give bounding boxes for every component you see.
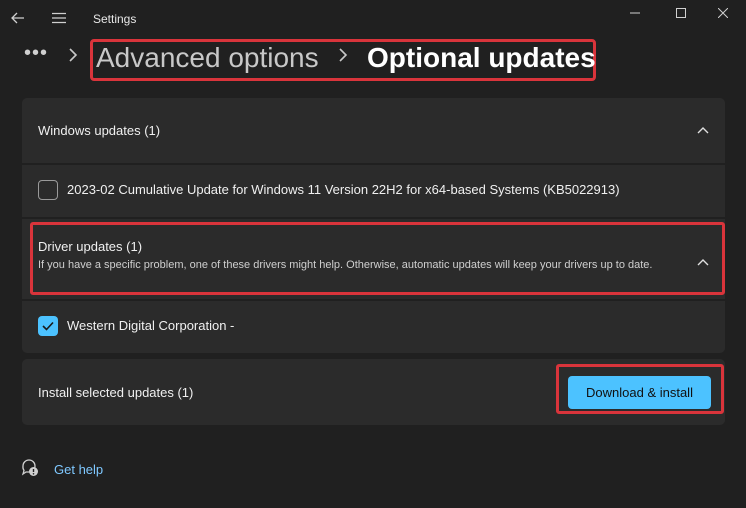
breadcrumb-more-button[interactable]: ••• <box>24 42 48 65</box>
driver-checkbox[interactable] <box>38 316 58 336</box>
breadcrumb: ••• Advanced options Optional updates <box>22 38 702 84</box>
breadcrumb-advanced-options[interactable]: Advanced options <box>96 42 319 74</box>
close-button[interactable] <box>700 0 746 26</box>
help-chat-icon <box>21 459 38 476</box>
minimize-button[interactable] <box>612 0 658 26</box>
get-help-link[interactable]: Get help <box>54 462 103 477</box>
page-title: Optional updates <box>367 42 596 73</box>
install-label: Install selected updates (1) <box>38 385 194 400</box>
back-button[interactable] <box>7 6 29 30</box>
minimize-icon <box>630 12 640 14</box>
chevron-up-icon <box>697 127 709 134</box>
chevron-right-icon <box>69 48 78 62</box>
chevron-up-icon[interactable] <box>697 258 709 266</box>
windows-updates-title: Windows updates (1) <box>38 123 161 138</box>
window-title: Settings <box>93 12 137 26</box>
hamburger-menu-icon <box>52 12 66 24</box>
list-item: Western Digital Corporation - <box>22 301 725 353</box>
driver-updates-title: Driver updates (1) <box>38 239 143 254</box>
back-arrow-icon <box>11 12 24 24</box>
navigation-menu-button[interactable] <box>48 6 70 30</box>
list-item: 2023-02 Cumulative Update for Windows 11… <box>22 165 725 217</box>
windows-updates-header[interactable]: Windows updates (1) <box>22 98 725 163</box>
windows-update-label: 2023-02 Cumulative Update for Windows 11… <box>67 182 620 197</box>
download-install-button[interactable]: Download & install <box>568 376 711 409</box>
close-icon <box>718 8 728 18</box>
maximize-button[interactable] <box>658 0 704 26</box>
get-help[interactable]: Get help <box>20 458 120 482</box>
driver-updates-content: Driver updates (1) If you have a specifi… <box>22 219 725 299</box>
title-bar: Settings <box>0 0 746 40</box>
windows-update-checkbox[interactable] <box>38 180 58 200</box>
driver-label: Western Digital Corporation - <box>67 318 235 333</box>
maximize-icon <box>676 8 686 18</box>
chevron-right-icon <box>339 48 348 62</box>
checkmark-icon <box>42 321 54 331</box>
driver-updates-description: If you have a specific problem, one of t… <box>38 259 653 271</box>
